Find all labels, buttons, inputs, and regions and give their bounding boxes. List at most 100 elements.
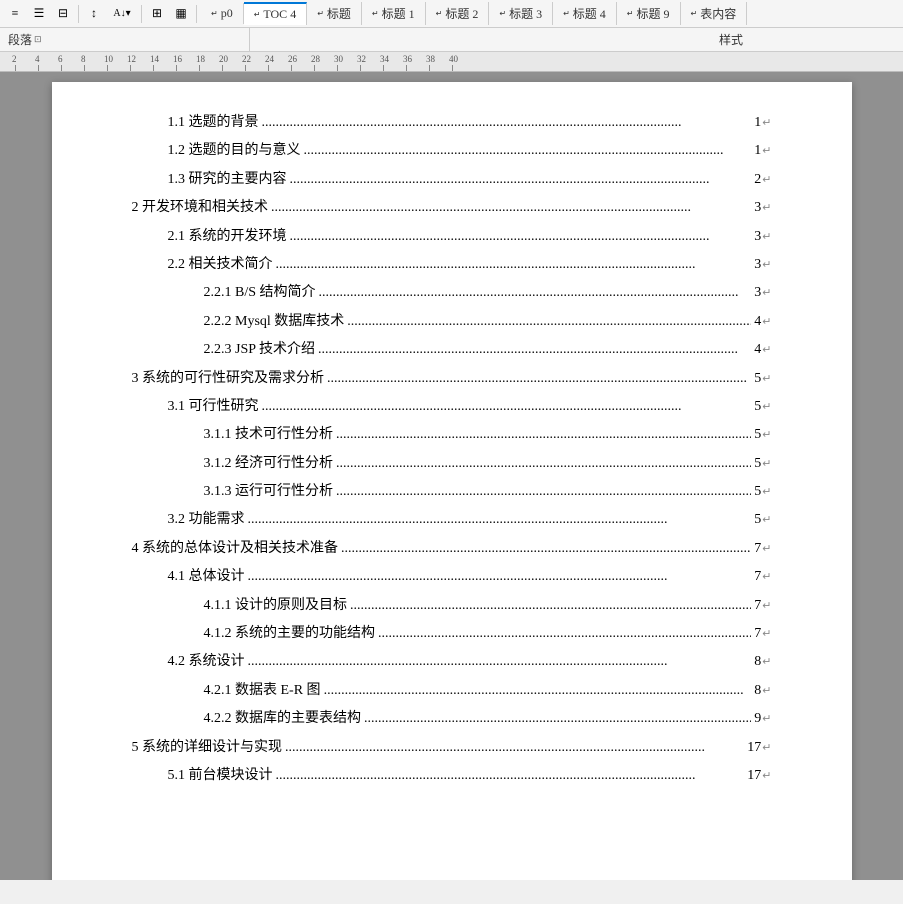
- toc-entry-newline: ↵: [762, 314, 771, 332]
- toc-entry-newline: ↵: [762, 484, 771, 502]
- toc-entry: 4.2.2 数据库的主要表结构.........................…: [132, 708, 772, 730]
- ruler-number: 8: [81, 54, 86, 64]
- toc-entry-text: 2.2.3 JSP 技术介绍: [204, 339, 316, 361]
- ruler-tick: [84, 65, 85, 71]
- toolbar-icon-5[interactable]: A↓▾: [107, 3, 137, 25]
- tab-dot: ↵: [211, 9, 218, 18]
- ruler-tick: [153, 65, 154, 71]
- toc-entry-page: 3: [754, 254, 761, 276]
- toc-entry-newline: ↵: [762, 740, 771, 758]
- tab-toc4[interactable]: ↵ TOC 4: [244, 2, 308, 25]
- toc-entry-text: 4.1 总体设计: [168, 566, 245, 588]
- paragraph-label: 段落: [8, 31, 32, 48]
- toc-entry: 2.2.2 Mysql 数据库技术.......................…: [132, 311, 772, 333]
- toc-entry-newline: ↵: [762, 683, 771, 701]
- tab-dot: ↵: [627, 9, 634, 18]
- toc-entry-page: 4: [754, 311, 761, 333]
- toc-entry-page: 3: [754, 226, 761, 248]
- toc-entry: 1.1 选题的背景...............................…: [132, 112, 772, 134]
- tab-h2[interactable]: ↵ 标题 2: [426, 2, 490, 25]
- toc-entry-text: 4.2.1 数据表 E-R 图: [204, 680, 321, 702]
- tab-title[interactable]: ↵ 标题: [307, 2, 362, 25]
- tab-dot: ↵: [499, 9, 506, 18]
- toolbar-separator-1: [78, 5, 79, 23]
- toc-entry: 5 系统的详细设计与实现............................…: [132, 737, 772, 759]
- toc-entry-text: 1.3 研究的主要内容: [168, 169, 287, 191]
- toolbar-icon-2[interactable]: ☰: [28, 3, 50, 25]
- toc-entry-text: 4.1.2 系统的主要的功能结构: [204, 623, 376, 645]
- paragraph-section: 段落 ⊡: [0, 28, 250, 51]
- toolbar-icon-1[interactable]: ≡: [4, 3, 26, 25]
- toc-entry-newline: ↵: [762, 342, 771, 360]
- tab-h3[interactable]: ↵ 标题 3: [489, 2, 553, 25]
- titlebar: ≡ ☰ ⊟ ↕ A↓▾ ⊞ ▦ ↵ p0 ↵ TOC 4 ↵ 标题 ↵ 标题 1…: [0, 0, 903, 28]
- tab-h9[interactable]: ↵ 标题 9: [617, 2, 681, 25]
- tab-label: 表内容: [700, 5, 736, 22]
- toc-entry-text: 3.2 功能需求: [168, 509, 245, 531]
- toolbar-area: 段落 ⊡ 样式: [0, 28, 903, 52]
- toc-entry-newline: ↵: [762, 654, 771, 672]
- toc-entry-dots: ........................................…: [262, 112, 752, 134]
- tab-h4[interactable]: ↵ 标题 4: [553, 2, 617, 25]
- tab-label: 标题 4: [573, 5, 606, 22]
- toc-entry-newline: ↵: [762, 768, 771, 786]
- toc-entry: 4.2 系统设计................................…: [132, 651, 772, 673]
- toc-entry-page: 5: [754, 509, 761, 531]
- toc-entry: 4.1 总体设计................................…: [132, 566, 772, 588]
- toolbar-icon-6[interactable]: ⊞: [146, 3, 168, 25]
- toolbar-icon-3[interactable]: ⊟: [52, 3, 74, 25]
- ruler-number: 38: [426, 54, 435, 64]
- toc-entry-page: 5: [754, 396, 761, 418]
- toc-entry-page: 5: [754, 453, 761, 475]
- toc-entry-text: 5 系统的详细设计与实现: [132, 737, 283, 759]
- ruler-tick: [222, 65, 223, 71]
- toc-entry-newline: ↵: [762, 115, 771, 133]
- tab-label: TOC 4: [263, 7, 296, 22]
- ruler-tick: [199, 65, 200, 71]
- toc-entry-dots: ........................................…: [336, 424, 751, 446]
- toc-entry: 2.2.1 B/S 结构简介..........................…: [132, 282, 772, 304]
- toc-entry-dots: ........................................…: [248, 509, 752, 531]
- toc-entry-newline: ↵: [762, 143, 771, 161]
- toc-entry-newline: ↵: [762, 512, 771, 530]
- toc-entry-text: 2.1 系统的开发环境: [168, 226, 287, 248]
- toc-entry-newline: ↵: [762, 399, 771, 417]
- toolbar-icon-4[interactable]: ↕: [83, 3, 105, 25]
- ruler-number: 22: [242, 54, 251, 64]
- toc-entry-text: 4 系统的总体设计及相关技术准备: [132, 538, 339, 560]
- paragraph-expand[interactable]: ⊡: [34, 34, 42, 45]
- toc-entry-dots: ........................................…: [290, 226, 752, 248]
- ruler-number: 4: [35, 54, 40, 64]
- toc-entry: 5.1 前台模块设计..............................…: [132, 765, 772, 787]
- ruler-tick: [38, 65, 39, 71]
- ruler-tick: [245, 65, 246, 71]
- toc-entry-page: 8: [754, 651, 761, 673]
- ruler-tick: [360, 65, 361, 71]
- toc-entry: 2.2.3 JSP 技术介绍..........................…: [132, 339, 772, 361]
- toolbar-separator-2: [141, 5, 142, 23]
- tab-table-content[interactable]: ↵ 表内容: [681, 2, 748, 25]
- ruler-number: 12: [127, 54, 136, 64]
- toc-entry-text: 2.2.1 B/S 结构简介: [204, 282, 316, 304]
- toc-entry-text: 3.1 可行性研究: [168, 396, 259, 418]
- toolbar-icon-7[interactable]: ▦: [170, 3, 192, 25]
- toc-entry-page: 1: [754, 112, 761, 134]
- toc-entry-text: 4.2.2 数据库的主要表结构: [204, 708, 362, 730]
- toc-entry-dots: ........................................…: [378, 623, 751, 645]
- ruler-number: 6: [58, 54, 63, 64]
- tab-h1[interactable]: ↵ 标题 1: [362, 2, 426, 25]
- toc-container: 1.1 选题的背景...............................…: [132, 112, 772, 787]
- toc-entry-dots: ........................................…: [350, 595, 751, 617]
- tab-p0[interactable]: ↵ p0: [201, 3, 244, 24]
- ruler-number: 30: [334, 54, 343, 64]
- toolbar-separator-3: [196, 5, 197, 23]
- ruler-tick: [61, 65, 62, 71]
- toc-entry-page: 7: [754, 566, 761, 588]
- toc-entry-dots: ........................................…: [336, 453, 751, 475]
- toc-entry-dots: ........................................…: [248, 566, 752, 588]
- toc-entry-dots: ........................................…: [285, 737, 744, 759]
- toc-entry-dots: ........................................…: [347, 311, 751, 333]
- styles-label: 样式: [719, 31, 743, 48]
- toc-entry-text: 2.2.2 Mysql 数据库技术: [204, 311, 345, 333]
- toc-entry-newline: ↵: [762, 427, 771, 445]
